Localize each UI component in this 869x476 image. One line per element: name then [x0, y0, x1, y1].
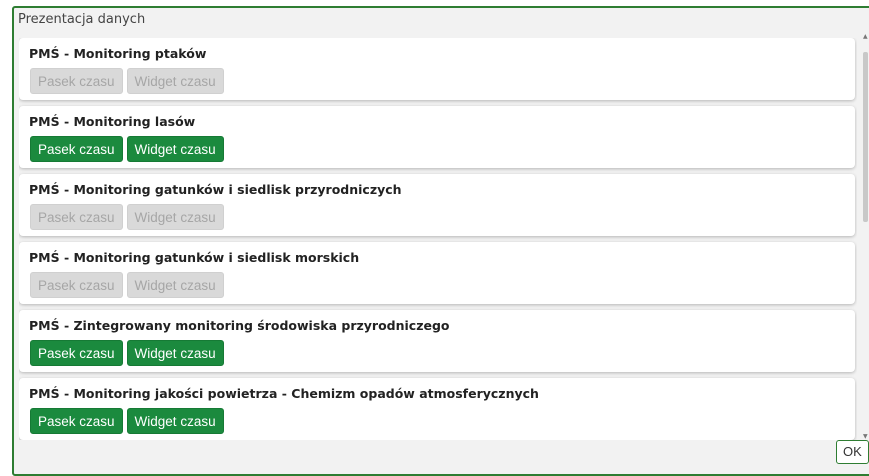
list-item: PMŚ - Monitoring jakości powietrza - Che…	[19, 378, 855, 440]
ok-button[interactable]: OK	[836, 440, 869, 464]
timeline-button[interactable]: Pasek czasu	[30, 272, 123, 298]
item-title: PMŚ - Monitoring gatunków i siedlisk prz…	[29, 182, 402, 197]
time-widget-button[interactable]: Widget czasu	[126, 340, 224, 366]
scroll-up-arrow-icon[interactable]: ▲	[863, 34, 869, 40]
list-item: PMŚ - Monitoring ptaków Pasek czasu Widg…	[19, 38, 855, 100]
data-presentation-panel: Prezentacja danych PMŚ - Monitoring ptak…	[12, 6, 869, 476]
time-widget-button[interactable]: Widget czasu	[126, 68, 224, 94]
item-title: PMŚ - Monitoring ptaków	[29, 46, 207, 61]
item-title: PMŚ - Monitoring lasów	[29, 114, 196, 129]
timeline-button[interactable]: Pasek czasu	[30, 340, 123, 366]
list-item: PMŚ - Monitoring gatunków i siedlisk mor…	[19, 242, 855, 304]
scroll-thumb[interactable]	[863, 52, 868, 222]
time-widget-button[interactable]: Widget czasu	[126, 408, 224, 434]
panel-title: Prezentacja danych	[18, 12, 146, 27]
time-widget-button[interactable]: Widget czasu	[126, 136, 224, 162]
item-title: PMŚ - Monitoring jakości powietrza - Che…	[29, 386, 539, 401]
list-item: PMŚ - Zintegrowany monitoring środowiska…	[19, 310, 855, 372]
time-widget-button[interactable]: Widget czasu	[126, 272, 224, 298]
timeline-button[interactable]: Pasek czasu	[30, 408, 123, 434]
timeline-button[interactable]: Pasek czasu	[30, 68, 123, 94]
timeline-button[interactable]: Pasek czasu	[30, 204, 123, 230]
list-item: PMŚ - Monitoring gatunków i siedlisk prz…	[19, 174, 855, 236]
timeline-button[interactable]: Pasek czasu	[30, 136, 123, 162]
list-item: PMŚ - Monitoring lasów Pasek czasu Widge…	[19, 106, 855, 168]
list-scrollbar[interactable]: ▲ ▼	[862, 32, 869, 442]
item-title: PMŚ - Monitoring gatunków i siedlisk mor…	[29, 250, 360, 265]
time-widget-button[interactable]: Widget czasu	[126, 204, 224, 230]
layer-list: PMŚ - Monitoring ptaków Pasek czasu Widg…	[19, 38, 857, 440]
item-title: PMŚ - Zintegrowany monitoring środowiska…	[29, 318, 450, 333]
